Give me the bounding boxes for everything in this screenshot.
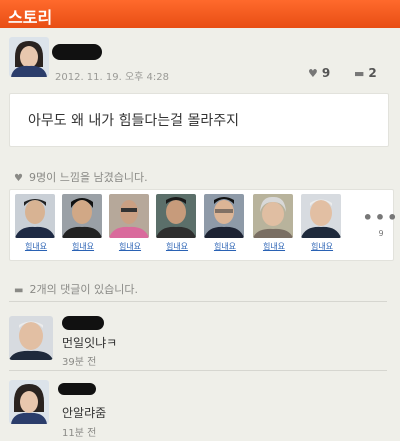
liker-avatar xyxy=(301,194,341,238)
author-avatar[interactable] xyxy=(9,37,49,77)
like-count: 9 xyxy=(321,66,331,80)
post-text: 아무도 왜 내가 힘들다는걸 몰라주지 xyxy=(28,113,239,129)
heart-icon: ♥ xyxy=(14,173,23,184)
redacted-commenter-name xyxy=(62,316,104,330)
liker-5[interactable]: 힘내요 xyxy=(204,194,246,252)
comment-divider xyxy=(9,370,387,371)
app-title: 스토리 xyxy=(8,8,53,27)
app-header: 스토리 xyxy=(0,0,400,28)
post-timestamp: 2012. 11. 19. 오후 4:28 xyxy=(55,72,170,83)
liker-1[interactable]: 힘내요 xyxy=(15,194,57,252)
liker-avatar xyxy=(109,194,149,238)
comments-heading: ▬ 2개의 댓글이 있습니다. xyxy=(14,283,139,296)
liker-label: 힘내요 xyxy=(71,242,95,251)
likes-heading: ♥ 9명이 느낌을 남겼습니다. xyxy=(14,171,148,184)
liker-2[interactable]: 힘내요 xyxy=(62,194,104,252)
comment-text: 먼일잇냐ㅋ xyxy=(62,336,118,350)
post-author-row: 2012. 11. 19. 오후 4:28 ♥ 9 ▬ 2 xyxy=(0,30,400,88)
commenter-avatar[interactable] xyxy=(9,316,53,360)
liker-avatar xyxy=(204,194,244,238)
liker-avatar xyxy=(253,194,293,238)
liker-4[interactable]: 힘내요 xyxy=(156,194,198,252)
comment-time: 39분 전 xyxy=(62,357,97,368)
liker-avatar xyxy=(62,194,102,238)
redacted-author-name xyxy=(52,44,102,60)
comment-text: 안알랴줌 xyxy=(62,406,107,420)
comment-bubble-icon: ▬ xyxy=(354,67,365,80)
post-comment-stat[interactable]: ▬ 2 xyxy=(354,66,377,80)
commenter-avatar[interactable] xyxy=(9,380,49,424)
ellipsis-icon: ••• xyxy=(362,208,400,227)
liker-label: 힘내요 xyxy=(262,242,286,251)
redacted-commenter-name xyxy=(58,383,96,395)
liker-avatar xyxy=(15,194,55,238)
liker-7[interactable]: 힘내요 xyxy=(301,194,343,252)
liker-label: 힘내요 xyxy=(118,242,142,251)
post-content-card: 아무도 왜 내가 힘들다는걸 몰라주지 xyxy=(9,93,389,147)
liker-avatar xyxy=(156,194,196,238)
liker-6[interactable]: 힘내요 xyxy=(253,194,295,252)
liker-label: 힘내요 xyxy=(165,242,189,251)
liker-label: 힘내요 xyxy=(310,242,334,251)
more-likers-count: 9 xyxy=(378,229,384,238)
post-like-stat[interactable]: ♥ 9 xyxy=(308,66,330,80)
liker-label: 힘내요 xyxy=(213,242,237,251)
more-likers-button[interactable]: ••• 9 xyxy=(362,196,400,240)
comment-time: 11분 전 xyxy=(62,428,97,439)
comments-divider xyxy=(9,301,387,302)
liker-3[interactable]: 힘내요 xyxy=(109,194,151,252)
comment-count: 2 xyxy=(368,66,377,80)
liker-label: 힘내요 xyxy=(24,242,48,251)
likes-card: 힘내요 힘내요 힘내요 힘내요 힘내요 힘내요 힘내요 ••• 9 xyxy=(9,189,397,261)
comment-bubble-icon: ▬ xyxy=(14,285,24,296)
heart-icon: ♥ xyxy=(308,67,318,80)
